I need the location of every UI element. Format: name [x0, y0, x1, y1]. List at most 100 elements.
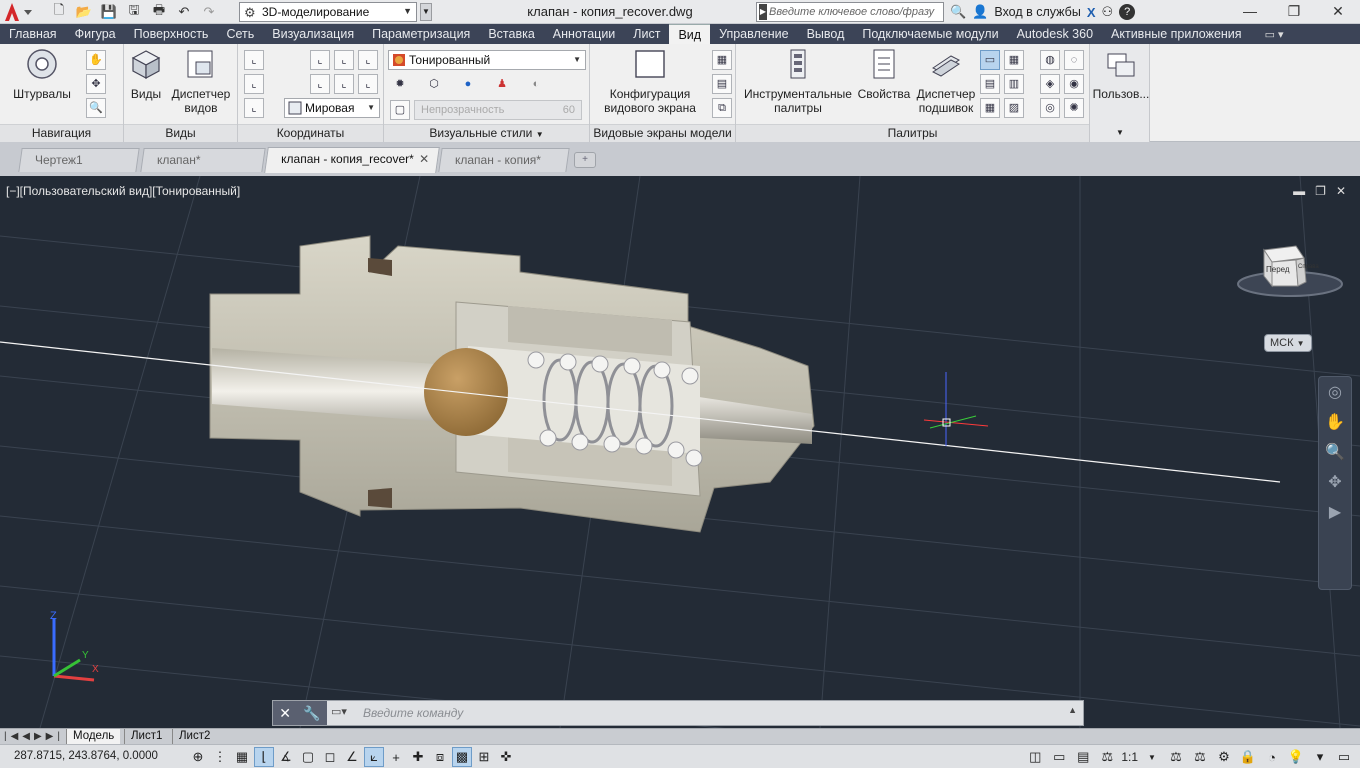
- command-line-toggle-icon[interactable]: ▭: [980, 50, 1000, 70]
- visual-styles-manager-icon[interactable]: ◉: [1064, 74, 1084, 94]
- model-space-icon[interactable]: ◫: [1025, 747, 1045, 767]
- ribbon-tab[interactable]: Вывод: [798, 24, 854, 44]
- view-manager-button[interactable]: Диспетчер видов: [168, 48, 234, 115]
- clean-screen-icon[interactable]: ▭: [1334, 747, 1354, 767]
- wrench-icon[interactable]: 🔧: [303, 705, 320, 722]
- connect-icon[interactable]: ⚇: [1102, 4, 1114, 20]
- status-menu-icon[interactable]: ▾: [1310, 747, 1330, 767]
- ucs-combo[interactable]: Мировая ▼: [284, 98, 380, 118]
- ucs-origin-icon[interactable]: ⌞: [244, 74, 264, 94]
- face-color-icon[interactable]: ♟: [492, 75, 512, 95]
- vp-close-icon[interactable]: ✕: [1336, 184, 1346, 198]
- orbit-icon[interactable]: ✥: [86, 74, 106, 94]
- autocad-logo-icon[interactable]: [2, 1, 38, 23]
- ribbon-tab[interactable]: Фигура: [66, 24, 125, 44]
- ribbon-tab[interactable]: Вид: [669, 24, 711, 44]
- qat-customize-button[interactable]: ▼: [420, 3, 432, 21]
- lighting-icon[interactable]: ✹: [390, 75, 410, 95]
- viewport-label[interactable]: [−][Пользовательский вид][Тонированный]: [6, 184, 240, 198]
- close-icon[interactable]: ✕: [279, 705, 291, 722]
- osnap-icon[interactable]: ▢: [298, 747, 318, 767]
- command-input[interactable]: Введите команду: [363, 706, 463, 720]
- ucs-face-icon[interactable]: ⌞: [334, 74, 354, 94]
- ribbon-tab[interactable]: Поверхность: [125, 24, 218, 44]
- hardware-accel-icon[interactable]: ◔: [1262, 747, 1282, 767]
- ucs-3point-icon[interactable]: ⌞: [310, 50, 330, 70]
- ribbon-tab[interactable]: Autodesk 360: [1008, 24, 1102, 44]
- command-prompt-icon[interactable]: ▭▾: [331, 705, 347, 718]
- coordinates-readout[interactable]: 287.8715, 243.8764, 0.0000: [14, 750, 158, 762]
- layout-tab-model[interactable]: Модель: [66, 729, 121, 744]
- ribbon-tab[interactable]: Главная: [0, 24, 66, 44]
- infer-icon[interactable]: ⊕: [188, 747, 208, 767]
- redo-icon[interactable]: ↷: [198, 2, 220, 22]
- ortho-icon[interactable]: ⌊: [254, 747, 274, 767]
- snap-icon[interactable]: ⋮: [210, 747, 230, 767]
- visual-style-combo[interactable]: Тонированный ▼: [388, 50, 586, 70]
- markup-icon[interactable]: ▤: [980, 74, 1000, 94]
- navbar-showmotion-icon[interactable]: ▶: [1319, 497, 1351, 527]
- grid-icon[interactable]: ▦: [232, 747, 252, 767]
- layout-nav-arrows[interactable]: |◀◀▶▶|: [4, 729, 64, 744]
- zoom-icon[interactable]: 🔍: [86, 98, 106, 118]
- chevron-down-icon[interactable]: ▼: [536, 130, 544, 139]
- pan-icon[interactable]: ✋: [86, 50, 106, 70]
- polar-icon[interactable]: ∡: [276, 747, 296, 767]
- close-tab-icon[interactable]: ✕: [419, 148, 429, 170]
- save-as-icon[interactable]: 🖫: [123, 2, 145, 22]
- quick-view-icon[interactable]: ▭: [1049, 747, 1069, 767]
- lwt-icon[interactable]: ✚: [408, 747, 428, 767]
- signin-button[interactable]: Вход в службы: [994, 5, 1080, 19]
- navbar-wheel-icon[interactable]: ◎: [1319, 377, 1351, 407]
- tool-palettes-button[interactable]: Инструментальные палитры: [740, 48, 856, 115]
- lights-icon[interactable]: ◌: [1064, 50, 1084, 70]
- isolate-icon[interactable]: 💡: [1286, 747, 1306, 767]
- dbconnect-icon[interactable]: ▦: [980, 98, 1000, 118]
- drawing-viewport[interactable]: [−][Пользовательский вид][Тонированный] …: [0, 176, 1360, 728]
- advanced-render-icon[interactable]: ✺: [1064, 98, 1084, 118]
- material-icon[interactable]: ●: [458, 75, 478, 95]
- ribbon-tab[interactable]: Лист: [624, 24, 669, 44]
- chevron-up-icon[interactable]: ▲: [1068, 705, 1077, 715]
- chevron-down-icon[interactable]: ▼: [1116, 128, 1124, 137]
- doc-tab-klapan-copy[interactable]: клапан - копия*: [438, 148, 570, 172]
- vp-restore-icon[interactable]: ❐: [1315, 184, 1326, 198]
- navbar-zoom-icon[interactable]: 🔍: [1319, 437, 1351, 467]
- viewport-config-button[interactable]: Конфигурация видового экрана: [596, 48, 704, 115]
- otrack-icon[interactable]: ∠: [342, 747, 362, 767]
- minimize-icon[interactable]: —: [1228, 0, 1272, 24]
- close-icon[interactable]: ✕: [1316, 0, 1360, 24]
- sheet-manager-button[interactable]: Диспетчер подшивок: [914, 48, 978, 115]
- calculator-icon[interactable]: ▥: [1004, 74, 1024, 94]
- workspace-switch-icon[interactable]: ⚙: [1214, 747, 1234, 767]
- ducs-icon[interactable]: ⟀: [364, 747, 384, 767]
- sc-icon[interactable]: ⊞: [474, 747, 494, 767]
- layout-tab-sheet1[interactable]: Лист1: [124, 729, 168, 744]
- ucs-object-icon[interactable]: ⌞: [358, 74, 378, 94]
- ribbon-tab[interactable]: Аннотации: [544, 24, 624, 44]
- annotation-scale-value[interactable]: 1:1: [1121, 750, 1138, 764]
- ucs-z-icon[interactable]: ⌞: [310, 74, 330, 94]
- chevron-down-icon[interactable]: ▼: [1142, 747, 1162, 767]
- viewcube[interactable]: Перед Справа: [1236, 238, 1344, 304]
- opacity-slider[interactable]: Непрозрачность 60: [414, 100, 582, 120]
- ribbon-tab[interactable]: Подключаемые модули: [853, 24, 1007, 44]
- navbar-pan-icon[interactable]: ✋: [1319, 407, 1351, 437]
- navbar-orbit-icon[interactable]: ✥: [1319, 467, 1351, 497]
- design-center-icon[interactable]: ▦: [1004, 50, 1024, 70]
- steering-wheels-button[interactable]: Штурвалы: [10, 48, 74, 101]
- ribbon-tab[interactable]: Активные приложения: [1102, 24, 1251, 44]
- workspace-select[interactable]: ⚙ 3D-моделирование ▼: [239, 2, 417, 22]
- open-icon[interactable]: 📂: [73, 2, 95, 22]
- search-input[interactable]: ▶ Введите ключевое слово/фразу: [756, 2, 944, 22]
- tpy-icon[interactable]: ⧈: [430, 747, 450, 767]
- ucs-y-icon[interactable]: ⌞: [358, 50, 378, 70]
- annotation-visibility-icon[interactable]: ⚖: [1166, 747, 1186, 767]
- save-icon[interactable]: 💾: [98, 2, 120, 22]
- edge-icon[interactable]: ⬡: [424, 75, 444, 95]
- dyn-icon[interactable]: +: [386, 747, 406, 767]
- am-icon[interactable]: ✜: [496, 747, 516, 767]
- xray-icon[interactable]: ◐: [526, 75, 546, 95]
- ucs-view-icon[interactable]: ⌞: [244, 98, 264, 118]
- views-button[interactable]: Виды: [126, 48, 166, 101]
